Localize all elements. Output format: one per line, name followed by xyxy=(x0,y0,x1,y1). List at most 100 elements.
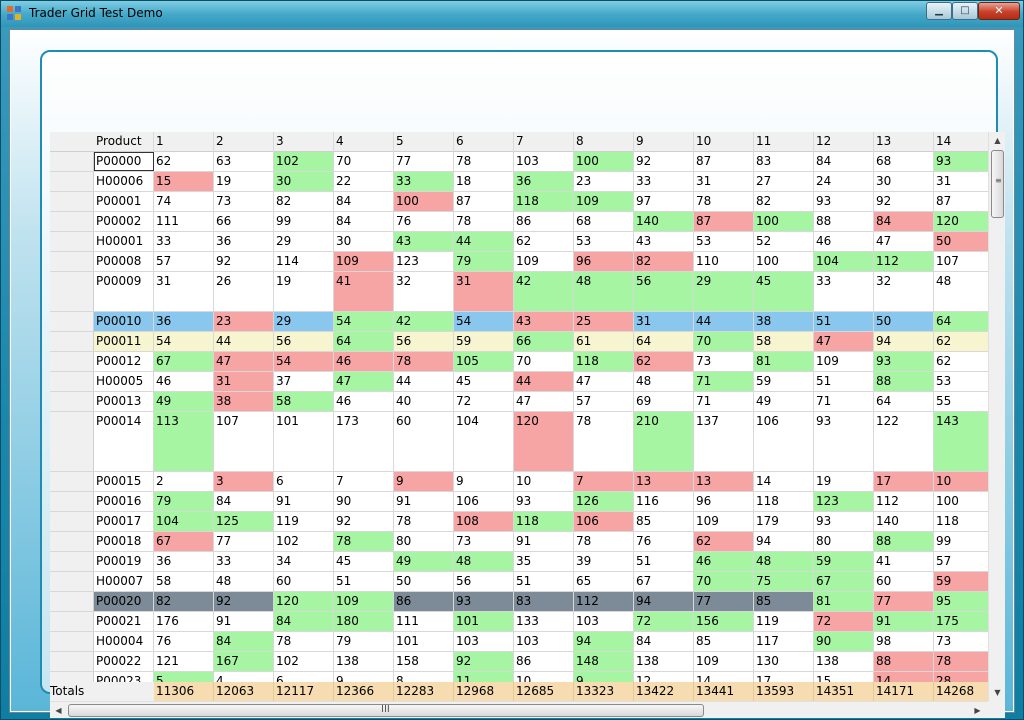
grid-cell[interactable]: 66 xyxy=(514,332,574,351)
grid-cell[interactable]: 70 xyxy=(334,152,394,171)
grid-cell[interactable]: 44 xyxy=(394,372,454,391)
grid-cell[interactable]: 62 xyxy=(934,332,988,351)
grid-cell[interactable]: 82 xyxy=(754,192,814,211)
maximize-button[interactable]: □ xyxy=(952,2,978,20)
grid-cell[interactable]: 87 xyxy=(454,192,514,211)
grid-cell[interactable]: 30 xyxy=(274,172,334,191)
grid-cell[interactable]: 120 xyxy=(274,592,334,611)
grid-cell[interactable]: 84 xyxy=(874,212,934,231)
grid-cell[interactable]: 62 xyxy=(634,352,694,371)
grid-cell[interactable]: 93 xyxy=(814,512,874,531)
row-header[interactable] xyxy=(50,152,94,171)
grid-cell[interactable]: 73 xyxy=(214,192,274,211)
grid-cell[interactable]: 14 xyxy=(694,672,754,682)
grid-cell[interactable]: 77 xyxy=(874,592,934,611)
grid-cell[interactable]: 118 xyxy=(934,512,988,531)
grid-cell[interactable]: 84 xyxy=(214,492,274,511)
column-header[interactable]: 6 xyxy=(454,132,514,152)
product-cell[interactable]: P00009 xyxy=(94,272,154,311)
column-header[interactable]: 2 xyxy=(214,132,274,152)
grid-cell[interactable]: 78 xyxy=(574,532,634,551)
grid-cell[interactable]: 176 xyxy=(154,612,214,631)
column-header[interactable]: 5 xyxy=(394,132,454,152)
grid-cell[interactable]: 91 xyxy=(514,532,574,551)
row-header[interactable] xyxy=(50,392,94,411)
grid-cell[interactable]: 41 xyxy=(334,272,394,311)
grid-cell[interactable]: 60 xyxy=(274,572,334,591)
row-header[interactable] xyxy=(50,672,94,682)
grid-cell[interactable]: 36 xyxy=(154,312,214,331)
row-header[interactable] xyxy=(50,472,94,491)
grid-cell[interactable]: 9 xyxy=(574,672,634,682)
grid-cell[interactable]: 54 xyxy=(274,352,334,371)
grid-cell[interactable]: 99 xyxy=(274,212,334,231)
table-row[interactable]: P00022 121 167 102 138 158 92 86 148 138 109 130 138… xyxy=(50,652,988,672)
product-cell[interactable]: P00015 xyxy=(94,472,154,491)
row-header[interactable] xyxy=(50,172,94,191)
title-bar[interactable]: Trader Grid Test Demo ▁ □ ✕ xyxy=(1,1,1023,27)
table-row[interactable]: P00000 62 63 102 70 77 78 103 100 92 87 83 84 68 93 xyxy=(50,152,988,172)
grid-cell[interactable]: 111 xyxy=(154,212,214,231)
grid-cell[interactable]: 22 xyxy=(334,172,394,191)
product-cell[interactable]: H00006 xyxy=(94,172,154,191)
table-row[interactable]: H00007 58 48 60 51 50 56 51 65 67 70 75 67 60 59 xyxy=(50,572,988,592)
grid-cell[interactable]: 79 xyxy=(334,632,394,651)
table-row[interactable]: H00004 76 84 78 79 101 103 103 94 84 85 117 90 98 73 xyxy=(50,632,988,652)
grid-cell[interactable]: 48 xyxy=(754,552,814,571)
grid-cell[interactable]: 49 xyxy=(394,552,454,571)
grid-cell[interactable]: 44 xyxy=(214,332,274,351)
grid-cell[interactable]: 84 xyxy=(634,632,694,651)
grid-cell[interactable]: 53 xyxy=(934,372,988,391)
grid-cell[interactable]: 46 xyxy=(694,552,754,571)
grid-cell[interactable]: 56 xyxy=(634,272,694,311)
grid-cell[interactable]: 51 xyxy=(814,372,874,391)
grid-cell[interactable]: 173 xyxy=(334,412,394,471)
grid-cell[interactable]: 87 xyxy=(694,152,754,171)
grid-cell[interactable]: 101 xyxy=(274,412,334,471)
grid-cell[interactable]: 46 xyxy=(814,232,874,251)
grid-cell[interactable]: 81 xyxy=(814,592,874,611)
column-header[interactable]: 11 xyxy=(754,132,814,152)
column-header[interactable]: 12 xyxy=(814,132,874,152)
grid-cell[interactable]: 109 xyxy=(334,252,394,271)
grid-cell[interactable]: 65 xyxy=(574,572,634,591)
table-row[interactable]: H00001 33 36 29 30 43 44 62 53 43 53 52 46 47 50 xyxy=(50,232,988,252)
grid-cell[interactable]: 69 xyxy=(634,392,694,411)
grid-cell[interactable]: 64 xyxy=(334,332,394,351)
grid-cell[interactable]: 104 xyxy=(814,252,874,271)
grid-cell[interactable]: 79 xyxy=(154,492,214,511)
grid-cell[interactable]: 19 xyxy=(274,272,334,311)
grid-cell[interactable]: 44 xyxy=(454,232,514,251)
grid-cell[interactable]: 86 xyxy=(514,652,574,671)
grid-cell[interactable]: 36 xyxy=(514,172,574,191)
grid-cell[interactable]: 48 xyxy=(634,372,694,391)
grid-cell[interactable]: 116 xyxy=(634,492,694,511)
close-button[interactable]: ✕ xyxy=(978,2,1020,20)
grid-cell[interactable]: 138 xyxy=(814,652,874,671)
row-header[interactable] xyxy=(50,512,94,531)
grid-cell[interactable]: 74 xyxy=(154,192,214,211)
grid-cell[interactable]: 102 xyxy=(274,532,334,551)
grid-cell[interactable]: 5 xyxy=(154,672,214,682)
grid-cell[interactable]: 105 xyxy=(454,352,514,371)
grid-cell[interactable]: 93 xyxy=(454,592,514,611)
grid-cell[interactable]: 130 xyxy=(754,652,814,671)
table-row[interactable]: P00016 79 84 91 90 91 106 93 126 116 96 118 123 112 10… xyxy=(50,492,988,512)
grid-cell[interactable]: 62 xyxy=(934,352,988,371)
table-row[interactable]: P00020 82 92 120 109 86 93 83 112 94 77 85 81 77 95 xyxy=(50,592,988,612)
grid-cell[interactable]: 121 xyxy=(154,652,214,671)
grid-cell[interactable]: 25 xyxy=(574,312,634,331)
grid-cell[interactable]: 31 xyxy=(634,312,694,331)
grid-cell[interactable]: 14 xyxy=(874,672,934,682)
grid-cell[interactable]: 118 xyxy=(574,352,634,371)
grid-cell[interactable]: 78 xyxy=(454,212,514,231)
grid-cell[interactable]: 50 xyxy=(394,572,454,591)
grid-cell[interactable]: 91 xyxy=(274,492,334,511)
product-cell[interactable]: P00023 xyxy=(94,672,154,682)
grid-cell[interactable]: 64 xyxy=(934,312,988,331)
grid-cell[interactable]: 54 xyxy=(154,332,214,351)
scroll-right-icon[interactable]: ▶ xyxy=(972,705,983,716)
grid-cell[interactable]: 82 xyxy=(154,592,214,611)
grid-cell[interactable]: 3 xyxy=(214,472,274,491)
grid-cell[interactable]: 29 xyxy=(274,312,334,331)
